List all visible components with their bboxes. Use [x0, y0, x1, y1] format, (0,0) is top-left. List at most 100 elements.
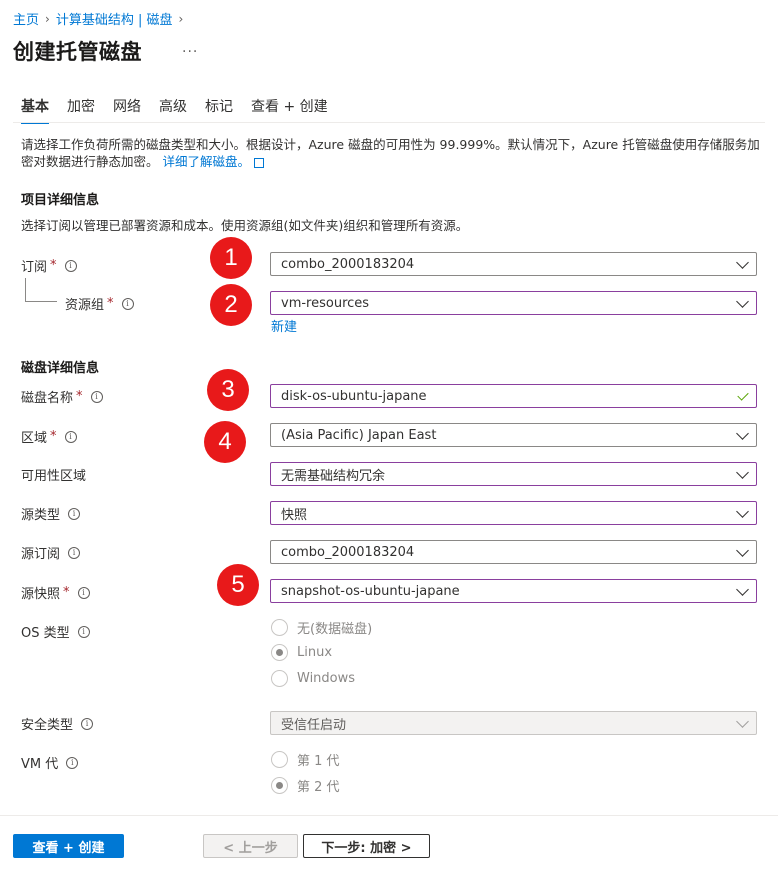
subscription-label-text: 订阅	[21, 260, 48, 275]
annotation-badge-5: 5	[217, 564, 259, 606]
required-asterisk: *	[50, 258, 57, 273]
availability-zone-dropdown[interactable]: 无需基础结构冗余	[270, 462, 757, 486]
availability-zone-value: 无需基础结构冗余	[281, 468, 386, 484]
review-create-button[interactable]: 查看 + 创建	[13, 834, 124, 858]
radio-circle	[271, 644, 288, 661]
tree-connector	[25, 278, 26, 302]
disk-name-label: 磁盘名称 * i	[21, 387, 103, 406]
tab-bar: 基本 加密 网络 高级 标记 查看 + 创建	[21, 96, 346, 124]
annotation-badge-1: 1	[210, 237, 252, 279]
radio-circle	[271, 619, 288, 636]
info-icon[interactable]: i	[64, 430, 77, 443]
disk-name-label-text: 磁盘名称	[21, 391, 74, 406]
tab-review-create[interactable]: 查看 + 创建	[251, 96, 328, 124]
more-options-button[interactable]: ...	[182, 40, 198, 56]
tab-networking[interactable]: 网络	[113, 96, 141, 124]
external-link-icon	[254, 157, 265, 168]
chevron-down-icon	[736, 427, 749, 440]
region-value: (Asia Pacific) Japan East	[281, 427, 437, 443]
chevron-down-icon	[736, 715, 749, 728]
vm-generation-radio-gen1[interactable]: 第 1 代	[271, 750, 340, 769]
disk-details-heading: 磁盘详细信息	[21, 361, 100, 376]
info-icon[interactable]: i	[81, 717, 94, 730]
chevron-right-icon: ›	[45, 11, 50, 26]
source-snapshot-label-text: 源快照	[21, 587, 61, 602]
os-type-option-label: Linux	[297, 645, 333, 660]
info-icon[interactable]: i	[64, 259, 77, 272]
security-type-label: 安全类型 i	[21, 714, 94, 733]
security-type-dropdown: 受信任启动	[270, 711, 757, 735]
source-type-label: 源类型 i	[21, 504, 81, 523]
resource-group-value: vm-resources	[281, 295, 370, 311]
chevron-down-icon	[736, 466, 749, 479]
radio-circle	[271, 670, 288, 687]
region-dropdown[interactable]: (Asia Pacific) Japan East	[270, 423, 757, 447]
info-icon[interactable]: i	[68, 507, 81, 520]
chevron-right-icon: ›	[178, 11, 184, 26]
chevron-down-icon	[736, 544, 749, 557]
info-icon[interactable]: i	[66, 756, 79, 769]
source-type-value: 快照	[281, 507, 308, 523]
breadcrumb: 主页 › 计算基础结构 | 磁盘 ›	[13, 9, 184, 29]
source-type-label-text: 源类型	[21, 508, 61, 523]
vm-generation-label-text: VM 代	[21, 757, 59, 772]
source-subscription-label: 源订阅 i	[21, 543, 81, 562]
disk-name-input[interactable]: disk-os-ubuntu-japane	[270, 384, 757, 408]
info-icon[interactable]: i	[121, 297, 134, 310]
os-type-option-label: 无(数据磁盘)	[297, 622, 373, 637]
annotation-badge-2: 2	[210, 284, 252, 326]
region-label: 区域 * i	[21, 427, 77, 446]
tab-encryption[interactable]: 加密	[67, 96, 95, 124]
resource-group-label: 资源组 * i	[65, 294, 134, 313]
source-type-dropdown[interactable]: 快照	[270, 501, 757, 525]
radio-circle	[271, 751, 288, 768]
source-subscription-value: combo_2000183204	[281, 544, 415, 560]
breadcrumb-home[interactable]: 主页	[13, 9, 39, 28]
subscription-value: combo_2000183204	[281, 256, 415, 272]
tab-tags[interactable]: 标记	[205, 96, 233, 124]
os-type-radio-linux[interactable]: Linux	[271, 644, 332, 661]
os-type-radio-windows[interactable]: Windows	[271, 670, 355, 687]
vm-generation-radio-gen2[interactable]: 第 2 代	[271, 776, 340, 795]
learn-more-label: 详细了解磁盘。	[162, 154, 251, 169]
os-type-radio-none[interactable]: 无(数据磁盘)	[271, 618, 372, 637]
tab-advanced[interactable]: 高级	[159, 96, 187, 124]
os-type-label: OS 类型 i	[21, 622, 90, 641]
info-icon[interactable]: i	[90, 390, 103, 403]
project-details-heading: 项目详细信息	[21, 193, 100, 208]
tab-divider	[13, 122, 765, 123]
breadcrumb-parent[interactable]: 计算基础结构 | 磁盘	[56, 9, 173, 28]
vm-generation-option-label: 第 1 代	[297, 754, 340, 769]
footer-divider	[0, 815, 778, 816]
required-asterisk: *	[107, 296, 114, 311]
availability-zone-label-text: 可用性区域	[21, 469, 87, 484]
subscription-label: 订阅 * i	[21, 256, 77, 275]
info-icon[interactable]: i	[77, 625, 90, 638]
project-details-desc: 选择订阅以管理已部署资源和成本。使用资源组(如文件夹)组织和管理所有资源。	[21, 218, 469, 233]
vm-generation-option-label: 第 2 代	[297, 780, 340, 795]
os-type-option-label: Windows	[297, 671, 356, 686]
os-type-label-text: OS 类型	[21, 626, 70, 641]
tab-basics[interactable]: 基本	[21, 96, 49, 124]
info-icon[interactable]: i	[68, 546, 81, 559]
disk-name-value: disk-os-ubuntu-japane	[281, 388, 427, 404]
previous-button: < 上一步	[203, 834, 298, 858]
learn-more-link[interactable]: 详细了解磁盘。	[163, 154, 265, 169]
create-new-resource-group-link[interactable]: 新建	[271, 316, 297, 335]
chevron-down-icon	[736, 505, 749, 518]
intro-text: 请选择工作负荷所需的磁盘类型和大小。根据设计，Azure 磁盘的可用性为 99.…	[21, 136, 761, 170]
subscription-dropdown[interactable]: combo_2000183204	[270, 252, 757, 276]
required-asterisk: *	[50, 429, 57, 444]
info-icon[interactable]: i	[77, 586, 90, 599]
annotation-badge-4: 4	[204, 421, 246, 463]
source-subscription-dropdown[interactable]: combo_2000183204	[270, 540, 757, 564]
security-type-label-text: 安全类型	[21, 718, 74, 733]
resource-group-dropdown[interactable]: vm-resources	[270, 291, 757, 315]
source-snapshot-dropdown[interactable]: snapshot-os-ubuntu-japane	[270, 579, 757, 603]
next-encryption-button[interactable]: 下一步: 加密 >	[303, 834, 430, 858]
page-title: 创建托管磁盘	[13, 40, 142, 64]
radio-circle	[271, 777, 288, 794]
source-subscription-label-text: 源订阅	[21, 547, 61, 562]
source-snapshot-value: snapshot-os-ubuntu-japane	[281, 583, 460, 599]
chevron-down-icon	[736, 295, 749, 308]
